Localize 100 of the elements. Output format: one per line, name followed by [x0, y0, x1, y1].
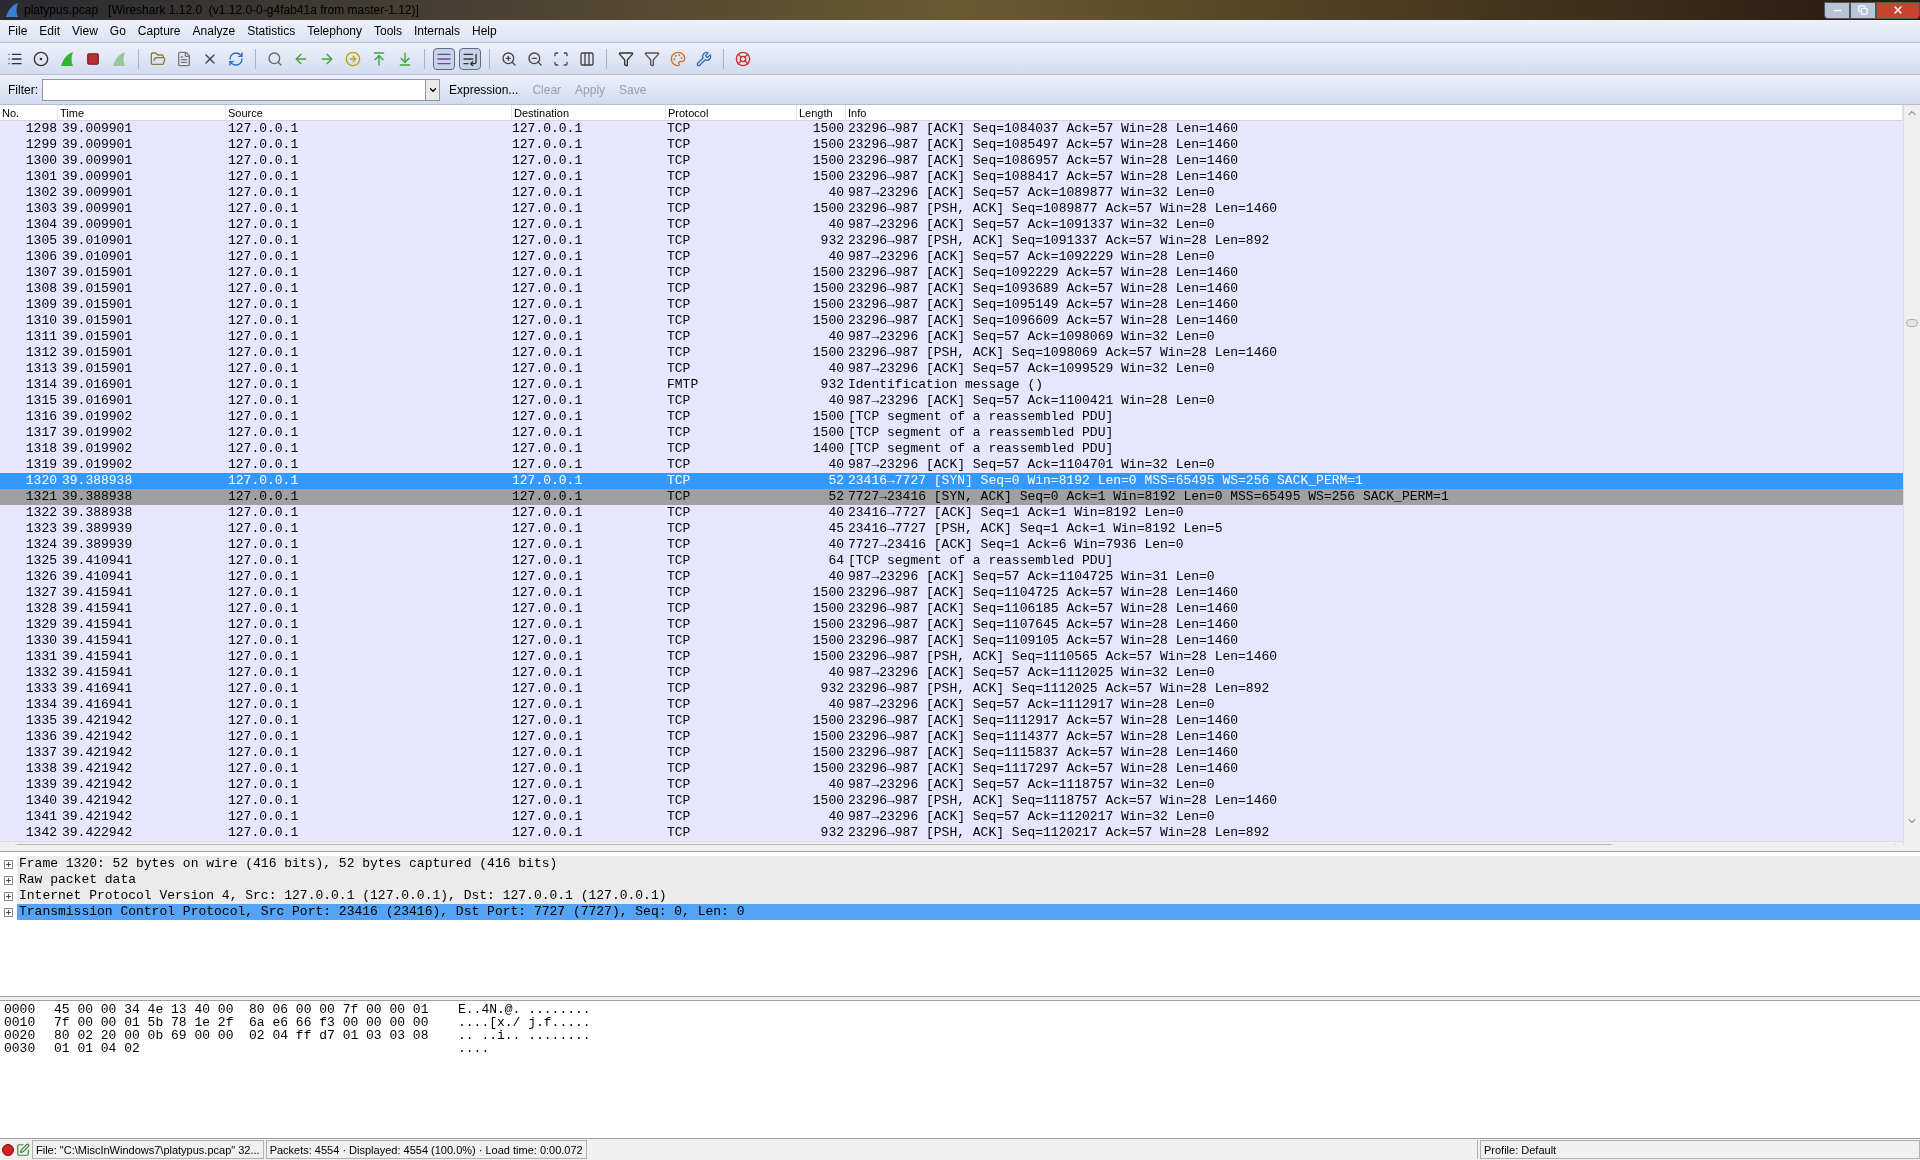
packet-row[interactable]: 1330 39.415941 127.0.0.1 127.0.0.1 TCP 1500 23296→987 [ACK] Seq=1109105 Ack=57 Win=28 Len=1460 [0, 633, 1903, 649]
menu-item[interactable]: Capture [131, 22, 187, 40]
packet-row[interactable]: 1315 39.016901 127.0.0.1 127.0.0.1 TCP 40 987→23296 [ACK] Seq=57 Ack=1100421 Win=28 Len=0 [0, 393, 1903, 409]
table-cell-text: 127.0.0.1 [512, 457, 584, 473]
packet-row[interactable]: 1331 39.415941 127.0.0.1 127.0.0.1 TCP 1500 23296→987 [PSH, ACK] Seq=1110565 Ack=57 Win=28 Len=1460 [0, 649, 1903, 665]
vertical-scrollbar[interactable] [1903, 105, 1920, 845]
packet-row[interactable]: 1328 39.415941 127.0.0.1 127.0.0.1 TCP 1500 23296→987 [ACK] Seq=1106185 Ack=57 Win=28 Len=1460 [0, 601, 1903, 617]
packet-row[interactable]: 1311 39.015901 127.0.0.1 127.0.0.1 TCP 40 987→23296 [ACK] Seq=57 Ack=1098069 Win=32 Len=0 [0, 329, 1903, 345]
packet-row[interactable]: 1303 39.009901 127.0.0.1 127.0.0.1 TCP 1500 23296→987 [PSH, ACK] Seq=1089877 Ack=57 Win=28 Len=1460 [0, 201, 1903, 217]
menu-item[interactable]: Telephony [301, 22, 368, 40]
packet-row[interactable]: 1305 39.010901 127.0.0.1 127.0.0.1 TCP 932 23296→987 [PSH, ACK] Seq=1091337 Ack=57 Win=28 Len=892 [0, 233, 1903, 249]
packet-row[interactable]: 1342 39.422942 127.0.0.1 127.0.0.1 TCP 932 23296→987 [PSH, ACK] Seq=1120217 Ack=57 Win=28 Len=892 [0, 825, 1903, 841]
table-cell-text: 39.421942 [61, 745, 134, 761]
packet-row[interactable]: 1322 39.388938 127.0.0.1 127.0.0.1 TCP 40 23416→7727 [ACK] Seq=1 Ack=1 Win=8192 Len=0 [0, 505, 1903, 521]
expand-icon[interactable] [4, 891, 13, 901]
packet-row[interactable]: 1299 39.009901 127.0.0.1 127.0.0.1 TCP 1500 23296→987 [ACK] Seq=1085497 Ack=57 Win=28 Len=1460 [0, 137, 1903, 153]
packet-row[interactable]: 1337 39.421942 127.0.0.1 127.0.0.1 TCP 1500 23296→987 [ACK] Seq=1115837 Ack=57 Win=28 Len=1460 [0, 745, 1903, 761]
tree-item[interactable]: Internet Protocol Version 4, Src: 127.0.0.1 (127.0.0.1), Dst: 127.0.0.1 (127.0.0.1) [17, 888, 1920, 904]
packet-row[interactable]: 1314 39.016901 127.0.0.1 127.0.0.1 FMTP 932 Identification message () [0, 377, 1903, 393]
packet-row[interactable]: 1329 39.415941 127.0.0.1 127.0.0.1 TCP 1500 23296→987 [ACK] Seq=1107645 Ack=57 Win=28 Len=1460 [0, 617, 1903, 633]
menu-item[interactable]: Edit [33, 22, 67, 40]
table-cell-text: 127.0.0.1 [512, 505, 584, 521]
filter-field[interactable] [42, 78, 440, 101]
table-cell-text: 1300 [24, 153, 58, 169]
packet-row[interactable]: 1336 39.421942 127.0.0.1 127.0.0.1 TCP 1500 23296→987 [ACK] Seq=1114377 Ack=57 Win=28 Len=1460 [0, 729, 1903, 745]
edit-icon[interactable] [16, 1142, 30, 1157]
filter-action[interactable]: Expression... [444, 80, 524, 99]
packet-row[interactable]: 1335 39.421942 127.0.0.1 127.0.0.1 TCP 1500 23296→987 [ACK] Seq=1112917 Ack=57 Win=28 Len=1460 [0, 713, 1903, 729]
packet-row[interactable]: 1298 39.009901 127.0.0.1 127.0.0.1 TCP 1500 23296→987 [ACK] Seq=1084037 Ack=57 Win=28 Len=1460 [0, 121, 1903, 137]
packet-row[interactable]: 1300 39.009901 127.0.0.1 127.0.0.1 TCP 1500 23296→987 [ACK] Seq=1086957 Ack=57 Win=28 Len=1460 [0, 153, 1903, 169]
packet-row[interactable]: 1313 39.015901 127.0.0.1 127.0.0.1 TCP 40 987→23296 [ACK] Seq=57 Ack=1099529 Win=32 Len=0 [0, 361, 1903, 377]
table-cell-text: 1334 [24, 697, 58, 713]
table-cell-text: TCP [666, 745, 692, 761]
menu-item[interactable]: View [66, 22, 104, 40]
menu-item[interactable]: Internals [408, 22, 467, 40]
menu-item[interactable]: Statistics [241, 22, 302, 40]
tree-item[interactable]: Raw packet data [17, 872, 1920, 888]
packet-row[interactable]: 1333 39.416941 127.0.0.1 127.0.0.1 TCP 932 23296→987 [PSH, ACK] Seq=1112025 Ack=57 Win=28 Len=892 [0, 681, 1903, 697]
table-cell-text: 127.0.0.1 [227, 345, 300, 361]
packet-row[interactable]: 1308 39.015901 127.0.0.1 127.0.0.1 TCP 1500 23296→987 [ACK] Seq=1093689 Ack=57 Win=28 Len=1460 [0, 281, 1903, 297]
packet-row[interactable]: 1304 39.009901 127.0.0.1 127.0.0.1 TCP 40 987→23296 [ACK] Seq=57 Ack=1091337 Win=32 Len=0 [0, 217, 1903, 233]
packet-row[interactable]: 1318 39.019902 127.0.0.1 127.0.0.1 TCP 1400 [TCP segment of a reassembled PDU] [0, 441, 1903, 457]
packet-row[interactable]: 1319 39.019902 127.0.0.1 127.0.0.1 TCP 40 987→23296 [ACK] Seq=57 Ack=1104701 Win=32 Len=0 [0, 457, 1903, 473]
packet-row[interactable]: 1301 39.009901 127.0.0.1 127.0.0.1 TCP 1500 23296→987 [ACK] Seq=1088417 Ack=57 Win=28 Len=1460 [0, 169, 1903, 185]
packet-row[interactable]: 1340 39.421942 127.0.0.1 127.0.0.1 TCP 1500 23296→987 [PSH, ACK] Seq=1118757 Ack=57 Win=28 Len=1460 [0, 793, 1903, 809]
table-cell-text: 127.0.0.1 [227, 233, 300, 249]
packet-row[interactable]: 1341 39.421942 127.0.0.1 127.0.0.1 TCP 40 987→23296 [ACK] Seq=57 Ack=1120217 Win=32 Len=0 [0, 809, 1903, 825]
table-cell-text: 39.410941 [61, 569, 134, 585]
scrollbar-thumb[interactable] [1906, 319, 1918, 327]
table-cell-text: 1305 [24, 233, 58, 249]
tree-item[interactable]: Transmission Control Protocol, Src Port: 23416 (23416), Dst Port: 7727 (7727), Seq: 0, Len: 0 [17, 904, 1920, 920]
packet-row[interactable]: 1332 39.415941 127.0.0.1 127.0.0.1 TCP 40 987→23296 [ACK] Seq=57 Ack=1112025 Win=32 Len=0 [0, 665, 1903, 681]
table-cell-text: 987→23296 [ACK] Seq=57 Ack=1112025 Win=32 Len=0 [847, 665, 1216, 681]
packet-row[interactable]: 1338 39.421942 127.0.0.1 127.0.0.1 TCP 1500 23296→987 [ACK] Seq=1117297 Ack=57 Win=28 Len=1460 [0, 761, 1903, 777]
table-cell-text: 1306 [24, 249, 58, 265]
packet-row[interactable]: 1307 39.015901 127.0.0.1 127.0.0.1 TCP 1500 23296→987 [ACK] Seq=1092229 Ack=57 Win=28 Len=1460 [0, 265, 1903, 281]
expand-icon[interactable] [4, 875, 13, 885]
tree-item[interactable]: Frame 1320: 52 bytes on wire (416 bits), 52 bytes captured (416 bits) [17, 856, 1920, 872]
menu-item[interactable]: Help [466, 22, 503, 40]
menu-item[interactable]: Tools [368, 22, 408, 40]
packet-row[interactable]: 1316 39.019902 127.0.0.1 127.0.0.1 TCP 1500 [TCP segment of a reassembled PDU] [0, 409, 1903, 425]
status-packets: Packets: 4554 · Displayed: 4554 (100.0%) · Load time: 0:00.072 [265, 1140, 587, 1159]
packet-row[interactable]: 1323 39.389939 127.0.0.1 127.0.0.1 TCP 45 23416→7727 [PSH, ACK] Seq=1 Ack=1 Win=8192 Len=5 [0, 521, 1903, 537]
expand-icon[interactable] [4, 859, 13, 869]
table-cell-text: TCP [666, 121, 692, 137]
table-cell-text: 127.0.0.1 [512, 201, 584, 217]
expand-icon[interactable] [4, 907, 13, 917]
minimize-button[interactable] [1824, 1, 1850, 19]
table-cell-text: 39.009901 [61, 169, 134, 185]
table-cell-text: 127.0.0.1 [512, 137, 584, 153]
menu-item[interactable]: Analyze [186, 22, 242, 40]
packet-row[interactable]: 1326 39.410941 127.0.0.1 127.0.0.1 TCP 40 987→23296 [ACK] Seq=57 Ack=1104725 Win=31 Len=0 [0, 569, 1903, 585]
close-button[interactable] [1876, 1, 1920, 19]
table-cell-text: 127.0.0.1 [512, 617, 584, 633]
packet-row[interactable]: 1334 39.416941 127.0.0.1 127.0.0.1 TCP 40 987→23296 [ACK] Seq=57 Ack=1112917 Win=28 Len=0 [0, 697, 1903, 713]
menu-item[interactable]: Go [103, 22, 132, 40]
maximize-button[interactable] [1850, 1, 1876, 19]
packet-row[interactable]: 1309 39.015901 127.0.0.1 127.0.0.1 TCP 1500 23296→987 [ACK] Seq=1095149 Ack=57 Win=28 Len=1460 [0, 297, 1903, 313]
packet-row[interactable]: 1302 39.009901 127.0.0.1 127.0.0.1 TCP 40 987→23296 [ACK] Seq=57 Ack=1089877 Win=32 Len=0 [0, 185, 1903, 201]
table-cell-text: Identification message () [847, 377, 1045, 393]
packet-row[interactable]: 1325 39.410941 127.0.0.1 127.0.0.1 TCP 64 [TCP segment of a reassembled PDU] [0, 553, 1903, 569]
table-cell-text: TCP [666, 233, 692, 249]
packet-row[interactable]: 1312 39.015901 127.0.0.1 127.0.0.1 TCP 1500 23296→987 [PSH, ACK] Seq=1098069 Ack=57 Win=28 Len=1460 [0, 345, 1903, 361]
toggle-button[interactable] [459, 47, 481, 70]
packet-row[interactable]: 1310 39.015901 127.0.0.1 127.0.0.1 TCP 1500 23296→987 [ACK] Seq=1096609 Ack=57 Win=28 Len=1460 [0, 313, 1903, 329]
packet-row[interactable]: 1339 39.421942 127.0.0.1 127.0.0.1 TCP 40 987→23296 [ACK] Seq=57 Ack=1118757 Win=32 Len=0 [0, 777, 1903, 793]
packet-row[interactable]: 1317 39.019902 127.0.0.1 127.0.0.1 TCP 1500 [TCP segment of a reassembled PDU] [0, 425, 1903, 441]
toggle-button[interactable] [433, 47, 455, 70]
table-cell-text: 52 [827, 473, 845, 489]
menu-item[interactable]: File [2, 22, 34, 40]
packet-row[interactable]: 1321 39.388938 127.0.0.1 127.0.0.1 TCP 52 7727→23416 [SYN, ACK] Seq=0 Ack=1 Win=8192 Len=0 MSS=65495 WS=256 SACK_PERM=1 [0, 489, 1903, 505]
table-cell-text: 39.388938 [61, 505, 134, 521]
table-cell-text: 39.415941 [61, 649, 134, 665]
table-cell-text: 39.015901 [61, 329, 134, 345]
table-cell-text: 1333 [24, 681, 58, 697]
packet-row[interactable]: 1306 39.010901 127.0.0.1 127.0.0.1 TCP 40 987→23296 [ACK] Seq=57 Ack=1092229 Win=28 Len=0 [0, 249, 1903, 265]
table-cell-text: 1329 [24, 617, 58, 633]
packet-row[interactable]: 1327 39.415941 127.0.0.1 127.0.0.1 TCP 1500 23296→987 [ACK] Seq=1104725 Ack=57 Win=28 Len=1460 [0, 585, 1903, 601]
table-cell-text: 127.0.0.1 [227, 393, 300, 409]
packet-row[interactable]: 1324 39.389939 127.0.0.1 127.0.0.1 TCP 40 7727→23416 [ACK] Seq=1 Ack=6 Win=7936 Len=0 [0, 537, 1903, 553]
